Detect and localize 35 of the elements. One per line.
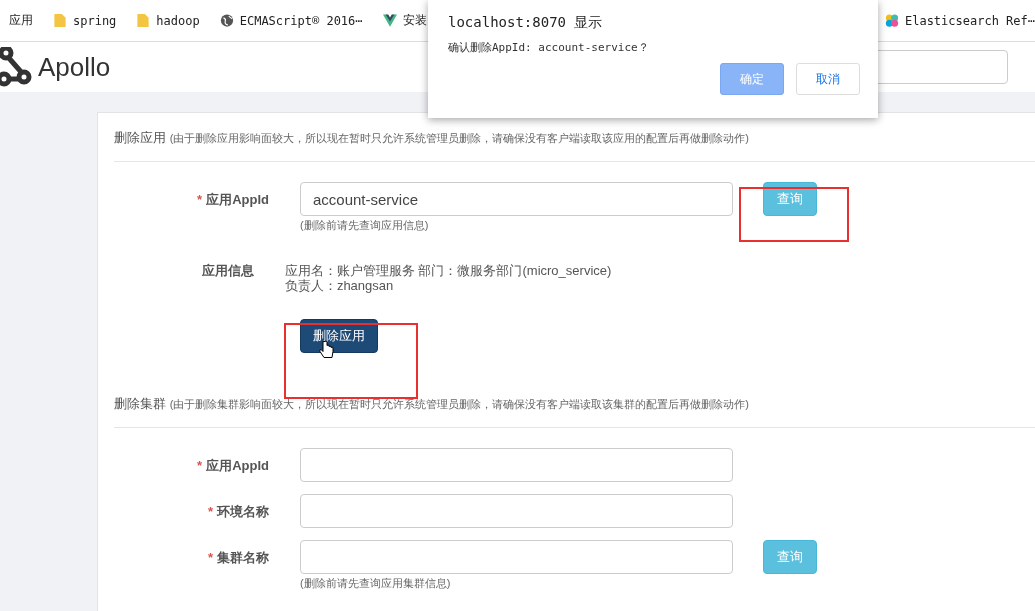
vue-logo-icon — [382, 13, 397, 28]
text-field[interactable]: account-service — [300, 182, 733, 216]
field-label: 应用AppId — [206, 458, 269, 473]
required-mark: * — [207, 550, 213, 565]
text-field[interactable] — [300, 448, 733, 482]
app-logo-text: Apollo — [38, 51, 111, 83]
field-label: 应用信息 — [201, 263, 254, 278]
field-label: 集群名称 — [217, 550, 269, 565]
required-mark: * — [197, 458, 203, 473]
hand-cursor-icon — [318, 340, 334, 360]
hint-text: (删除前请先查询应用集群信息) — [300, 576, 452, 591]
elastic-logo-icon — [884, 13, 899, 28]
section-heading: 删除应用 (由于删除应用影响面较大，所以现在暂时只允许系统管理员删除，请确保没有客户端读取该应用的配置后再做删除动作) — [114, 129, 750, 147]
bookmark-link[interactable]: ECMAScript® 2016⋯ — [219, 13, 363, 28]
dialog-message: 确认删除AppId: account-service？ — [448, 40, 650, 55]
logo-icon — [0, 47, 32, 87]
info-text: 应用名：账户管理服务 部门：微服务部门(micro_service) 负责人：zhangsan — [284, 262, 613, 293]
section-heading: 删除集群 (由于删除集群影响面较大，所以现在暂时只允许系统管理员删除，请确保没有客户端读取该集群的配置后再做删除动作) — [114, 395, 750, 413]
globe-icon — [219, 13, 234, 28]
dialog-title: localhost:8070 显示 — [448, 14, 604, 32]
field-label: 环境名称 — [217, 504, 269, 519]
bookmark-link[interactable]: Elasticsearch Ref⋯ — [884, 13, 1035, 28]
cancel-button[interactable]: 取消 — [796, 63, 860, 95]
folder-icon — [136, 13, 151, 28]
required-mark: * — [207, 504, 213, 519]
bookmark-link[interactable]: spring — [53, 13, 117, 28]
text-field[interactable] — [300, 494, 733, 528]
hint-text: (删除前请先查询应用信息) — [300, 218, 430, 233]
text-field[interactable] — [300, 540, 733, 574]
required-mark: * — [197, 192, 203, 207]
bookmark-link[interactable]: 应用 — [9, 12, 33, 29]
field-label: 应用AppId — [206, 192, 269, 207]
folder-icon — [53, 13, 67, 28]
bookmark-link[interactable]: hadoop — [136, 13, 200, 28]
bookmark-link[interactable]: 安装 — [382, 12, 427, 29]
